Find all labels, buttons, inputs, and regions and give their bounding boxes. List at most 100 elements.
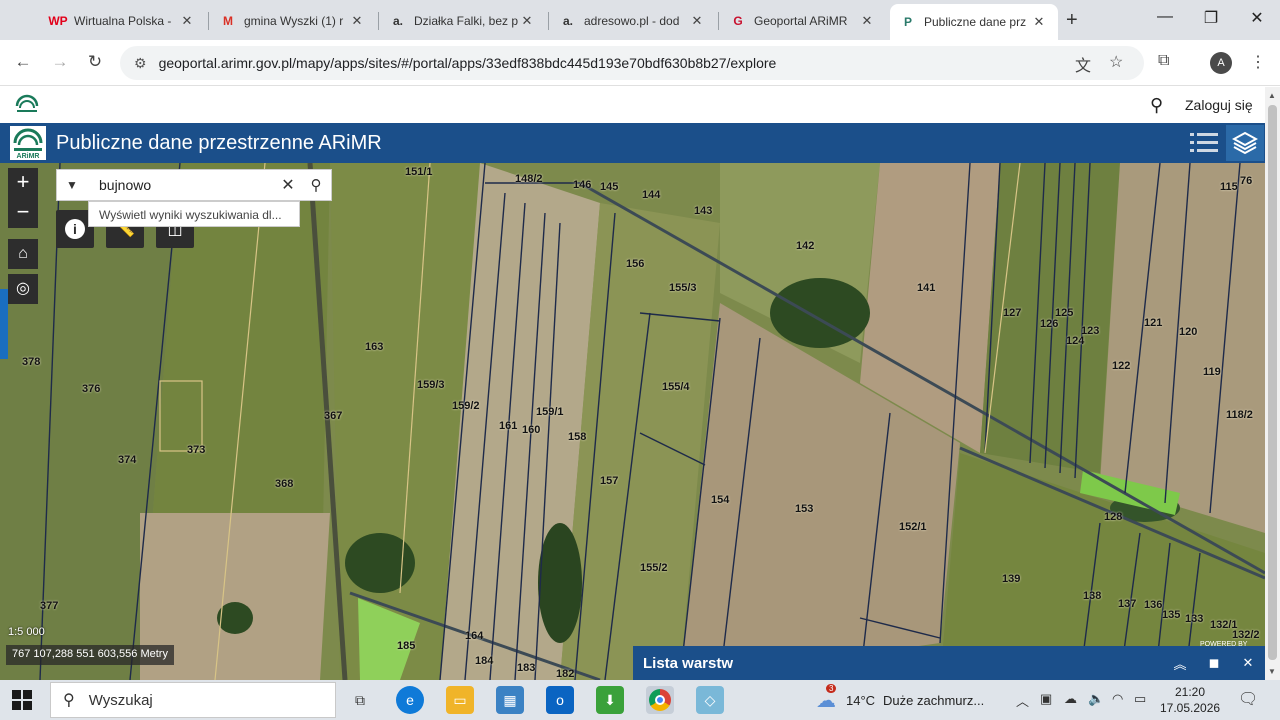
clock-date: 17.05.2026 bbox=[1160, 701, 1221, 715]
bookmark-star-icon[interactable]: ☆ bbox=[1109, 52, 1123, 72]
browser-tab[interactable]: G Geoportal ARiMR ✕ bbox=[720, 6, 886, 36]
legend-list-icon[interactable] bbox=[1190, 131, 1218, 155]
parcel-label: 142 bbox=[796, 240, 815, 252]
browser-tab[interactable]: a. Działka Falki, bez p ✕ bbox=[380, 6, 546, 36]
reload-icon[interactable]: ↻ bbox=[83, 52, 107, 72]
collapse-panel-icon[interactable]: ︽ bbox=[1163, 654, 1197, 673]
parcel-label: 373 bbox=[187, 444, 206, 456]
tray-device-icon[interactable]: ▣ bbox=[1040, 691, 1052, 707]
notifications-icon[interactable]: 🗨 bbox=[1238, 689, 1258, 709]
parcel-label: 155/4 bbox=[662, 381, 690, 393]
tab-favicon-icon: P bbox=[903, 15, 912, 29]
back-icon[interactable]: ← bbox=[11, 52, 35, 72]
app-icon[interactable]: ◇ bbox=[696, 686, 724, 714]
parcel-label: 154 bbox=[711, 494, 730, 506]
taskbar-search[interactable]: ⚲ Wyszukaj bbox=[50, 682, 336, 718]
zoom-in-button[interactable]: + bbox=[8, 168, 38, 198]
clear-search-icon[interactable]: ✕ bbox=[275, 175, 301, 195]
tab-close-icon[interactable]: ✕ bbox=[1030, 14, 1048, 30]
browser-tab[interactable]: WP Wirtualna Polska - ✕ bbox=[40, 6, 206, 36]
parcel-label: 120 bbox=[1179, 326, 1198, 338]
portal-search-icon[interactable]: ⚲ bbox=[1150, 95, 1163, 116]
tab-label: adresowo.pl - dod bbox=[584, 14, 680, 28]
browser-menu-icon[interactable]: ⋮ bbox=[1250, 52, 1266, 72]
weather-widget[interactable]: ☁ 3 14°C Duże zachmurz... bbox=[816, 684, 984, 713]
outlook-icon[interactable]: o bbox=[546, 686, 574, 714]
login-link[interactable]: Zaloguj się bbox=[1185, 97, 1253, 113]
map-view[interactable]: 151/1 148/2 146 145 144 143 142 141 156 155/3 155/… bbox=[0, 163, 1265, 680]
download-icon[interactable]: ⬇ bbox=[596, 686, 624, 714]
parcel-label: 377 bbox=[40, 600, 59, 612]
svg-text:ARiMR: ARiMR bbox=[17, 153, 40, 160]
task-view-icon[interactable]: ⧉ bbox=[346, 686, 374, 714]
clock-time: 21:20 bbox=[1174, 685, 1206, 699]
taskbar-search-icon: ⚲ bbox=[63, 692, 75, 709]
maximize-panel-icon[interactable]: ◼ bbox=[1197, 655, 1231, 671]
parcel-label: 121 bbox=[1144, 317, 1163, 329]
address-bar[interactable]: ⚙ geoportal.arimr.gov.pl/mapy/apps/sites… bbox=[120, 46, 1144, 80]
layers-icon bbox=[1232, 131, 1258, 155]
parcel-label: 153 bbox=[795, 503, 814, 515]
tab-close-icon[interactable]: ✕ bbox=[178, 13, 196, 29]
close-window-button[interactable]: ✕ bbox=[1242, 8, 1272, 28]
parcel-label: 135 bbox=[1162, 609, 1181, 621]
parcel-label: 184 bbox=[475, 655, 494, 667]
search-source-dropdown-icon[interactable]: ▼ bbox=[57, 178, 87, 192]
portal-header: ⚲ Zaloguj się bbox=[0, 87, 1265, 123]
zoom-out-button[interactable]: − bbox=[8, 198, 38, 228]
new-tab-button[interactable]: + bbox=[1066, 9, 1078, 32]
store-icon[interactable]: ▦ bbox=[496, 686, 524, 714]
browser-tab[interactable]: P Publiczne dane prz ✕ bbox=[890, 4, 1058, 40]
map-search-box[interactable]: ▼ bujnowo ✕ ⚲ bbox=[56, 169, 332, 201]
tab-separator bbox=[548, 12, 549, 30]
tab-close-icon[interactable]: ✕ bbox=[518, 13, 536, 29]
info-icon: i bbox=[65, 219, 85, 239]
browser-tab[interactable]: a. adresowo.pl - dod ✕ bbox=[550, 6, 716, 36]
restore-button[interactable]: ❐ bbox=[1196, 8, 1226, 28]
scroll-down-icon[interactable]: ▼ bbox=[1268, 667, 1276, 676]
arimr-logo-small[interactable] bbox=[14, 93, 40, 119]
file-explorer-icon[interactable]: ▭ bbox=[446, 686, 474, 714]
home-extent-button[interactable]: ⌂ bbox=[8, 239, 38, 269]
tab-separator bbox=[718, 12, 719, 30]
app-header-bar: ARiMR Publiczne dane przestrzenne ARiMR bbox=[0, 123, 1265, 163]
scale-label: 1:5 000 bbox=[8, 626, 45, 638]
parcel-label: 163 bbox=[365, 341, 384, 353]
site-info-icon[interactable]: ⚙ bbox=[134, 55, 147, 72]
tab-favicon-icon: a. bbox=[562, 14, 573, 28]
system-clock[interactable]: 21:20 17.05.2026 bbox=[1160, 684, 1220, 716]
parcel-label: 164 bbox=[465, 630, 484, 642]
onedrive-icon[interactable]: ☁ bbox=[1064, 691, 1077, 707]
extensions-icon[interactable]: ⧉ bbox=[1158, 52, 1169, 70]
layers-button[interactable] bbox=[1226, 125, 1264, 161]
wifi-icon[interactable]: ◠ bbox=[1112, 691, 1123, 707]
parcel-label: 146 bbox=[573, 179, 592, 191]
tab-close-icon[interactable]: ✕ bbox=[348, 13, 366, 29]
minimize-button[interactable]: — bbox=[1150, 8, 1180, 26]
page-scrollbar[interactable]: ▲ ▼ bbox=[1265, 87, 1280, 680]
tab-close-icon[interactable]: ✕ bbox=[688, 13, 706, 29]
close-panel-icon[interactable]: ✕ bbox=[1231, 655, 1265, 671]
windows-start-icon[interactable] bbox=[12, 690, 32, 710]
parcel-label: 378 bbox=[22, 356, 41, 368]
search-icon[interactable]: ⚲ bbox=[301, 176, 331, 194]
edge-icon[interactable]: e bbox=[396, 686, 424, 714]
parcel-label: 125 bbox=[1055, 307, 1074, 319]
scroll-up-icon[interactable]: ▲ bbox=[1268, 91, 1276, 100]
translate-icon[interactable]: 文 bbox=[1075, 52, 1091, 76]
profile-avatar[interactable]: A bbox=[1210, 52, 1232, 74]
locate-button[interactable]: ◎ bbox=[8, 274, 38, 304]
tab-close-icon[interactable]: ✕ bbox=[858, 13, 876, 29]
browser-tab[interactable]: Mgmina Wyszki (1) r ✕ bbox=[210, 6, 376, 36]
parcel-label: 139 bbox=[1002, 573, 1021, 585]
forward-icon[interactable]: → bbox=[48, 52, 72, 72]
chrome-icon[interactable] bbox=[646, 686, 674, 714]
search-input[interactable]: bujnowo bbox=[87, 177, 275, 193]
scrollbar-thumb[interactable] bbox=[1268, 105, 1277, 660]
battery-icon[interactable]: ▭ bbox=[1134, 691, 1146, 707]
volume-icon[interactable]: 🔈 bbox=[1088, 691, 1104, 707]
search-suggestion[interactable]: Wyświetl wyniki wyszukiwania dl... bbox=[88, 201, 300, 227]
parcel-label: 367 bbox=[324, 410, 343, 422]
parcel-label: 155/2 bbox=[640, 562, 668, 574]
tray-chevron-icon[interactable]: ︿ bbox=[1016, 691, 1029, 710]
